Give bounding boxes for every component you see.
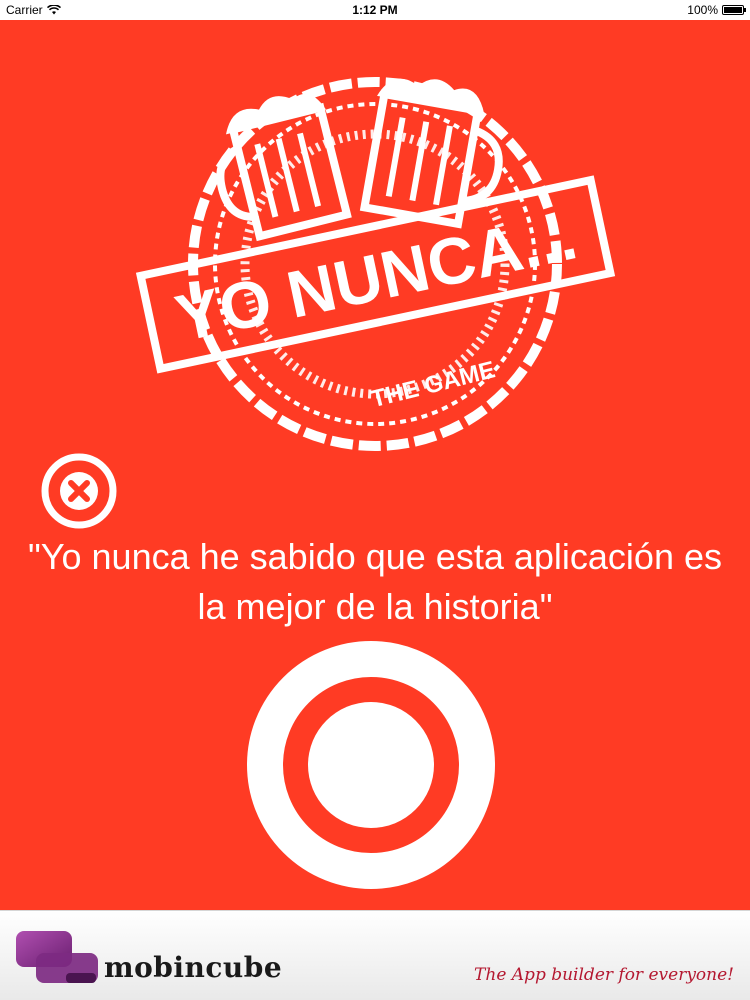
mobincube-brand-name: mobincube [104,951,283,984]
record-circle-icon [247,641,495,889]
mobincube-ad-banner[interactable]: mobincube The App builder for everyone! [0,910,750,1000]
logo-subtitle: THE GAME [368,356,497,413]
next-question-button[interactable] [247,641,495,889]
clock: 1:12 PM [352,3,398,17]
status-bar: Carrier 1:12 PM 100% [0,0,750,20]
battery-icon [722,5,746,15]
yo-nunca-logo: YO NUNCA... THE GAME [135,77,616,451]
game-screen: YO NUNCA... THE GAME "Yo nunca he sabido… [0,20,750,910]
mobincube-tagline: The App builder for everyone! [474,965,734,985]
mobincube-logo-icon [16,931,98,983]
question-text: "Yo nunca he sabido que esta aplicación … [28,536,722,627]
battery-indicator: 100% [687,3,746,17]
close-circle-icon [41,453,117,529]
battery-percent: 100% [687,3,718,17]
close-button[interactable] [40,452,118,530]
battery-fill [724,7,742,13]
